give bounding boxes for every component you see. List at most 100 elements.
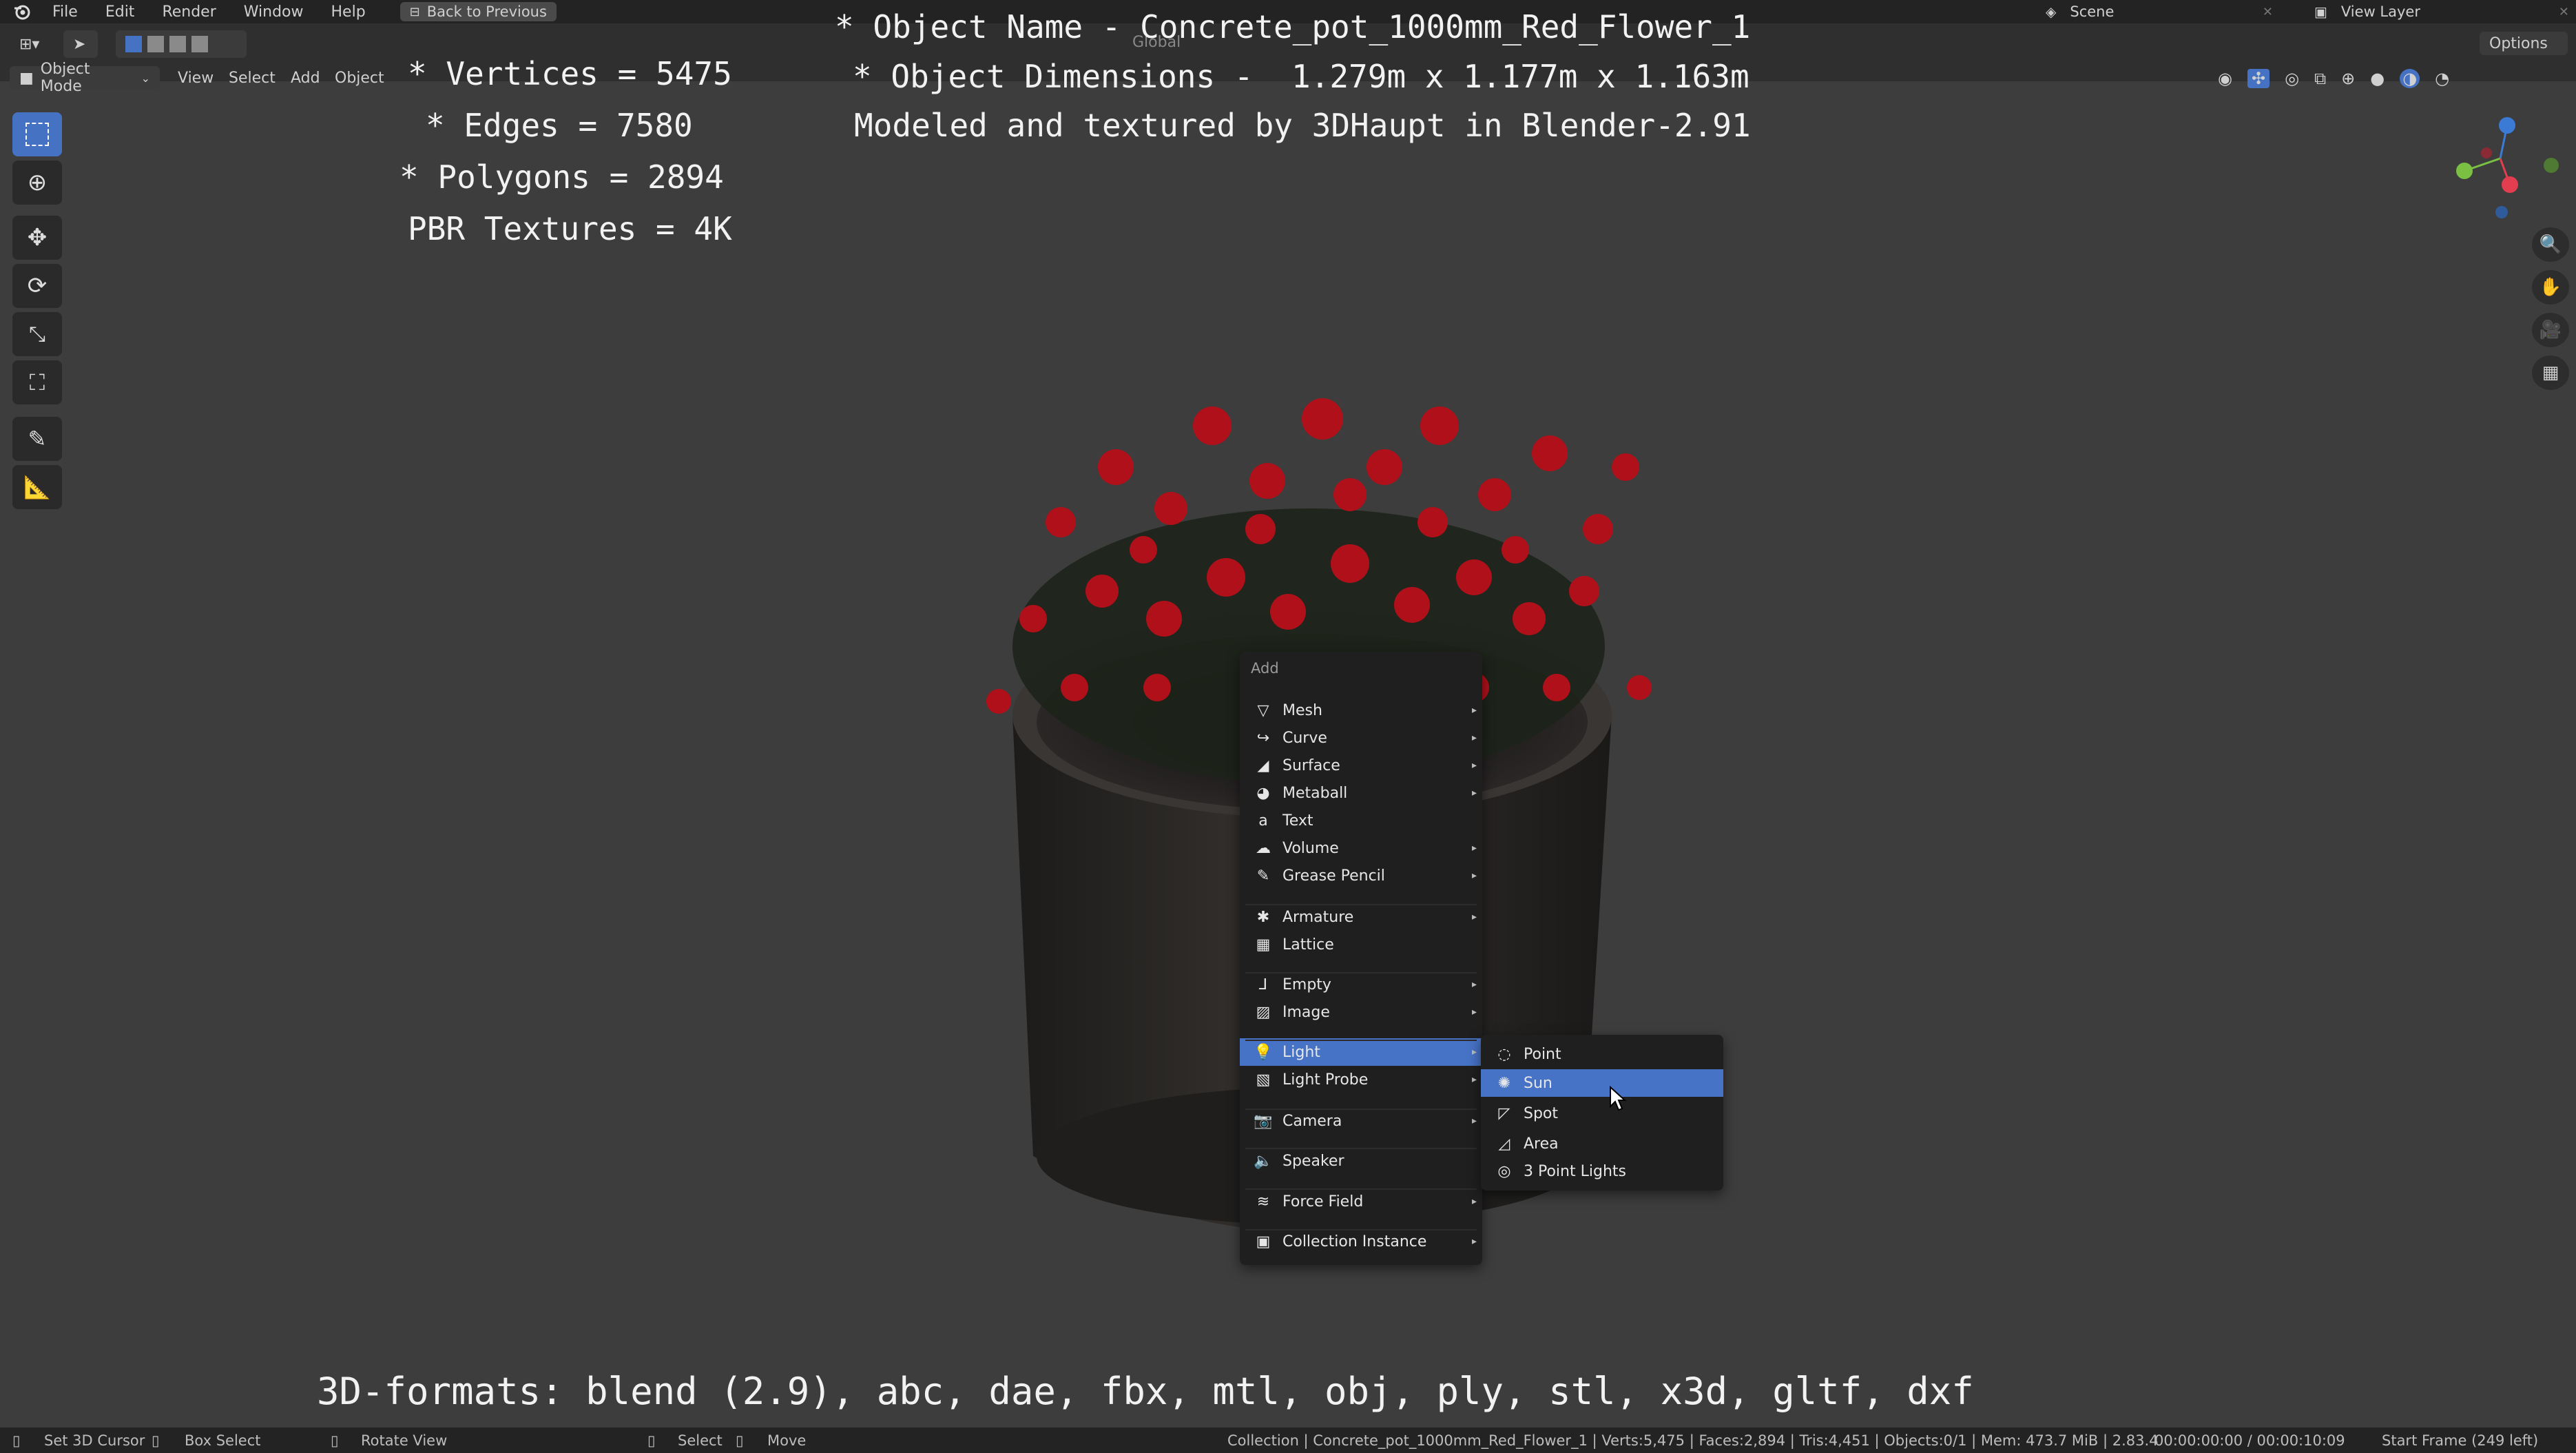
add-menu-item-label: Mesh xyxy=(1282,701,1322,719)
add-menu-item-label: Speaker xyxy=(1282,1152,1344,1170)
add-menu-item-label: Light xyxy=(1282,1043,1320,1061)
menu-window[interactable]: Window xyxy=(244,3,304,21)
editor-type-button[interactable]: ⊞▾ xyxy=(10,30,52,58)
surface-icon: ◢ xyxy=(1257,756,1269,774)
annotate-tool[interactable]: ✎ xyxy=(12,417,62,461)
overlay-edges: * Edges = 7580 xyxy=(426,107,693,144)
add-menu-item-metaball[interactable]: ◕ Metaball ▸ xyxy=(1240,779,1482,807)
menu-edit[interactable]: Edit xyxy=(105,3,135,21)
status-time: 00:00:00:00 / 00:00:10:09 xyxy=(2154,1432,2345,1449)
overlay-vertices: * Vertices = 5475 xyxy=(408,55,732,92)
mouse-left-icon: ▯ xyxy=(12,1432,21,1449)
overlay-dimensions: * Object Dimensions - 1.279m x 1.177m x … xyxy=(853,58,1749,95)
options-dropdown[interactable]: Options xyxy=(2480,32,2568,55)
add-menu-item-label: Volume xyxy=(1282,839,1339,857)
add-menu-item-volume[interactable]: ☁ Volume ▸ xyxy=(1240,834,1482,862)
point-light-icon: ◌ xyxy=(1497,1045,1511,1063)
add-menu-item-label: Image xyxy=(1282,1003,1330,1021)
mouse-drag-icon: ▯ xyxy=(152,1432,160,1449)
add-menu-item-camera[interactable]: 📷 Camera ▸ xyxy=(1240,1107,1482,1135)
light-submenu-item-label: 3 Point Lights xyxy=(1524,1162,1626,1180)
view-layer-selector[interactable]: ▣ View Layer ✕ xyxy=(2314,1,2569,22)
add-menu-item-grease-pencil[interactable]: ✎ Grease Pencil ▸ xyxy=(1240,862,1482,889)
add-menu-item-label: Curve xyxy=(1282,729,1327,747)
select-subtract-icon[interactable] xyxy=(169,36,186,52)
add-menu-item-label: Armature xyxy=(1282,908,1354,926)
blender-logo-icon[interactable] xyxy=(12,2,32,21)
scene-selector[interactable]: ◈ Scene ✕ xyxy=(2046,1,2273,22)
mouse-move-icon: ▯ xyxy=(736,1432,744,1449)
speaker-icon: 🔈 xyxy=(1254,1152,1273,1170)
select-new-icon[interactable] xyxy=(125,36,142,52)
camera-view-button[interactable]: 🎥 xyxy=(2532,313,2569,347)
menu-separator xyxy=(1245,1148,1477,1149)
add-menu-item-mesh[interactable]: ▽ Mesh ▸ xyxy=(1240,697,1482,724)
metaball-icon: ◕ xyxy=(1256,784,1270,802)
menu-render[interactable]: Render xyxy=(162,3,216,21)
light-submenu-item-label: Area xyxy=(1524,1135,1559,1153)
select-tool-button[interactable]: ➤ xyxy=(63,30,98,58)
menu-help[interactable]: Help xyxy=(331,3,366,21)
scene-label: Scene xyxy=(2070,3,2115,20)
add-menu-item-surface[interactable]: ◢ Surface ▸ xyxy=(1240,752,1482,779)
status-box-select: Box Select xyxy=(185,1432,261,1449)
close-icon[interactable]: ✕ xyxy=(2559,5,2569,19)
add-menu-item-label: Surface xyxy=(1282,756,1340,774)
submenu-arrow-icon: ▸ xyxy=(1471,1236,1477,1247)
menu-separator xyxy=(1245,972,1477,973)
scale-icon: ⤡ xyxy=(29,322,45,347)
scale-tool[interactable]: ⤡ xyxy=(12,312,62,356)
curve-icon: ↪ xyxy=(1256,729,1270,747)
overlay-textures: PBR Textures = 4K xyxy=(408,210,732,247)
back-to-previous-button[interactable]: ⊟ Back to Previous xyxy=(399,2,557,21)
force-field-icon: ≋ xyxy=(1256,1193,1270,1210)
menu-separator xyxy=(1245,1229,1477,1230)
menu-separator xyxy=(1245,1040,1477,1041)
add-menu-item-armature[interactable]: ✱ Armature ▸ xyxy=(1240,903,1482,931)
add-menu-item-speaker[interactable]: 🔈 Speaker xyxy=(1240,1147,1482,1175)
pan-view-button[interactable]: ✋ xyxy=(2532,270,2569,305)
cursor-arrow-icon: ➤ xyxy=(73,35,86,53)
status-set-cursor: Set 3D Cursor xyxy=(44,1432,145,1449)
measure-tool[interactable]: 📐 xyxy=(12,465,62,509)
submenu-arrow-icon: ▸ xyxy=(1471,705,1477,716)
navigation-gizmo[interactable] xyxy=(2438,110,2562,220)
back-icon: ⊟ xyxy=(409,4,420,19)
add-menu-item-collection-instance[interactable]: ▣ Collection Instance ▸ xyxy=(1240,1228,1482,1255)
rotate-icon: ⟳ xyxy=(27,272,48,300)
move-tool[interactable]: ✥ xyxy=(12,216,62,260)
add-menu-item-empty[interactable]: ⅃ Empty ▸ xyxy=(1240,971,1482,998)
perspective-toggle-button[interactable]: ▦ xyxy=(2532,355,2569,390)
add-menu-item-label: Empty xyxy=(1282,976,1331,993)
view-layer-icon: ▣ xyxy=(2314,3,2327,20)
select-box-tool[interactable] xyxy=(12,112,62,156)
light-submenu-item-3-point-lights[interactable]: ◎ 3 Point Lights xyxy=(1481,1157,1723,1185)
zoom-view-button[interactable]: 🔍 xyxy=(2532,227,2569,262)
light-submenu-item-spot[interactable]: ◸ Spot xyxy=(1481,1100,1723,1127)
select-extend-icon[interactable] xyxy=(147,36,164,52)
cursor-tool[interactable]: ⊕ xyxy=(12,161,62,205)
move-icon: ✥ xyxy=(27,224,48,251)
selection-mode-group[interactable] xyxy=(116,30,247,58)
add-menu-item-curve[interactable]: ↪ Curve ▸ xyxy=(1240,724,1482,752)
add-menu-item-light-probe[interactable]: ▧ Light Probe ▸ xyxy=(1240,1066,1482,1093)
light-submenu-item-area[interactable]: ◿ Area xyxy=(1481,1130,1723,1157)
light-submenu-item-point[interactable]: ◌ Point xyxy=(1481,1040,1723,1068)
overlay-formats: 3D-formats: blend (2.9), abc, dae, fbx, … xyxy=(317,1370,1974,1413)
transform-tool[interactable]: ⛶ xyxy=(12,360,62,404)
add-menu-item-force-field[interactable]: ≋ Force Field ▸ xyxy=(1240,1188,1482,1215)
select-invert-icon[interactable] xyxy=(191,36,208,52)
light-icon: 💡 xyxy=(1254,1043,1273,1061)
menu-file[interactable]: File xyxy=(52,3,78,21)
close-icon[interactable]: ✕ xyxy=(2263,5,2273,19)
volume-icon: ☁ xyxy=(1256,839,1271,857)
rotate-tool[interactable]: ⟳ xyxy=(12,264,62,308)
add-menu-item-text[interactable]: a Text xyxy=(1240,807,1482,834)
annotate-icon: ✎ xyxy=(28,426,47,452)
submenu-arrow-icon: ▸ xyxy=(1471,1047,1477,1058)
light-submenu-item-sun[interactable]: ✺ Sun xyxy=(1481,1069,1723,1097)
menu-separator xyxy=(1245,1109,1477,1110)
add-menu-item-light[interactable]: 💡 Light ▸ xyxy=(1240,1038,1482,1066)
add-menu-item-image[interactable]: ▨ Image ▸ xyxy=(1240,998,1482,1026)
add-menu-item-lattice[interactable]: ▦ Lattice xyxy=(1240,931,1482,958)
